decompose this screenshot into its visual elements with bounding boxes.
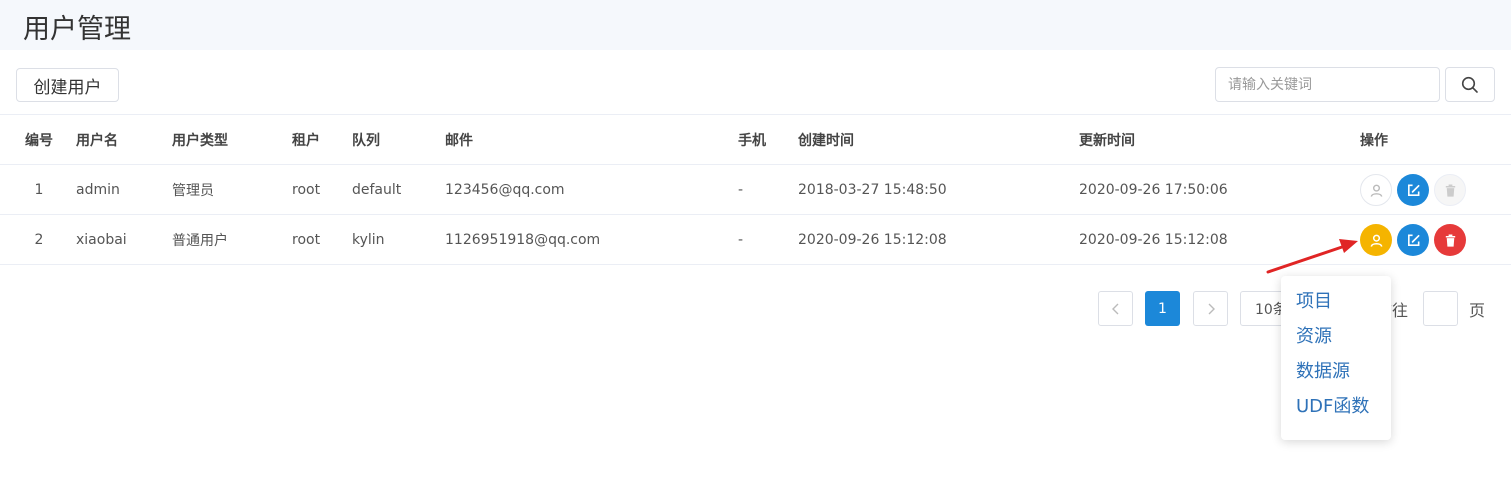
column-header-actions: 操作 bbox=[1360, 132, 1388, 149]
delete-button[interactable] bbox=[1434, 174, 1466, 206]
search-button[interactable] bbox=[1445, 67, 1495, 102]
table-row: 1 admin 管理员 root default 123456@qq.com -… bbox=[0, 165, 1511, 215]
cell-phone: - bbox=[738, 181, 744, 198]
goto-page-input[interactable] bbox=[1423, 291, 1458, 326]
chevron-left-icon bbox=[1111, 303, 1118, 314]
prev-page-button[interactable] bbox=[1098, 291, 1133, 326]
next-page-button[interactable] bbox=[1193, 291, 1228, 326]
cell-email: 123456@qq.com bbox=[445, 181, 565, 198]
cell-type: 管理员 bbox=[172, 182, 214, 199]
delete-button[interactable] bbox=[1434, 224, 1466, 256]
edit-icon bbox=[1407, 234, 1419, 246]
grant-button[interactable] bbox=[1360, 174, 1392, 206]
column-header-username: 用户名 bbox=[76, 132, 118, 149]
cell-type: 普通用户 bbox=[172, 232, 228, 249]
page-title: 用户管理 bbox=[23, 14, 131, 45]
cell-email: 1126951918@qq.com bbox=[445, 231, 601, 248]
cell-queue: default bbox=[352, 181, 402, 198]
cell-tenant: root bbox=[292, 231, 321, 248]
cell-updated: 2020-09-26 15:12:08 bbox=[1079, 231, 1228, 248]
column-header-phone: 手机 bbox=[738, 132, 766, 149]
create-user-button[interactable]: 创建用户 bbox=[16, 68, 119, 102]
cell-tenant: root bbox=[292, 181, 321, 198]
edit-icon bbox=[1407, 184, 1419, 196]
column-header-tenant: 租户 bbox=[292, 132, 320, 149]
column-header-no: 编号 bbox=[25, 132, 53, 149]
column-header-type: 用户类型 bbox=[172, 132, 228, 149]
cell-no: 1 bbox=[34, 181, 44, 198]
chevron-right-icon bbox=[1208, 303, 1215, 314]
column-header-email: 邮件 bbox=[445, 132, 473, 149]
cell-created: 2020-09-26 15:12:08 bbox=[798, 231, 947, 248]
cell-no: 2 bbox=[34, 231, 44, 248]
user-icon bbox=[1370, 184, 1382, 197]
cell-queue: kylin bbox=[352, 231, 385, 248]
menu-item-project[interactable]: 项目 bbox=[1281, 287, 1391, 322]
menu-item-datasource[interactable]: 数据源 bbox=[1281, 357, 1391, 392]
edit-button[interactable] bbox=[1397, 174, 1429, 206]
menu-item-resource[interactable]: 资源 bbox=[1281, 322, 1391, 357]
cell-created: 2018-03-27 15:48:50 bbox=[798, 181, 947, 198]
column-header-updated: 更新时间 bbox=[1079, 132, 1135, 149]
menu-item-udf-function[interactable]: UDF函数 bbox=[1281, 392, 1391, 427]
column-header-created: 创建时间 bbox=[798, 132, 854, 149]
trash-icon bbox=[1445, 184, 1455, 197]
column-header-queue: 队列 bbox=[352, 132, 380, 149]
table-row: 2 xiaobai 普通用户 root kylin 1126951918@qq.… bbox=[0, 215, 1511, 265]
cell-updated: 2020-09-26 17:50:06 bbox=[1079, 181, 1228, 198]
page-suffix-label: 页 bbox=[1469, 300, 1486, 320]
page-number-current[interactable]: 1 bbox=[1145, 291, 1180, 326]
page-header: 用户管理 bbox=[0, 0, 1511, 50]
search-icon bbox=[1461, 76, 1478, 93]
search-input[interactable] bbox=[1215, 67, 1440, 102]
grant-button[interactable] bbox=[1360, 224, 1392, 256]
user-table: 编号 用户名 用户类型 租户 队列 邮件 手机 创建时间 更新时间 操作 1 a… bbox=[0, 114, 1511, 265]
user-icon bbox=[1370, 234, 1382, 247]
grant-dropdown-menu: 项目 资源 数据源 UDF函数 bbox=[1281, 276, 1391, 440]
cell-username: admin bbox=[76, 181, 120, 198]
table-header: 编号 用户名 用户类型 租户 队列 邮件 手机 创建时间 更新时间 操作 bbox=[0, 114, 1511, 165]
cell-username: xiaobai bbox=[76, 231, 127, 248]
trash-icon bbox=[1445, 234, 1455, 247]
cell-phone: - bbox=[738, 231, 744, 248]
edit-button[interactable] bbox=[1397, 224, 1429, 256]
